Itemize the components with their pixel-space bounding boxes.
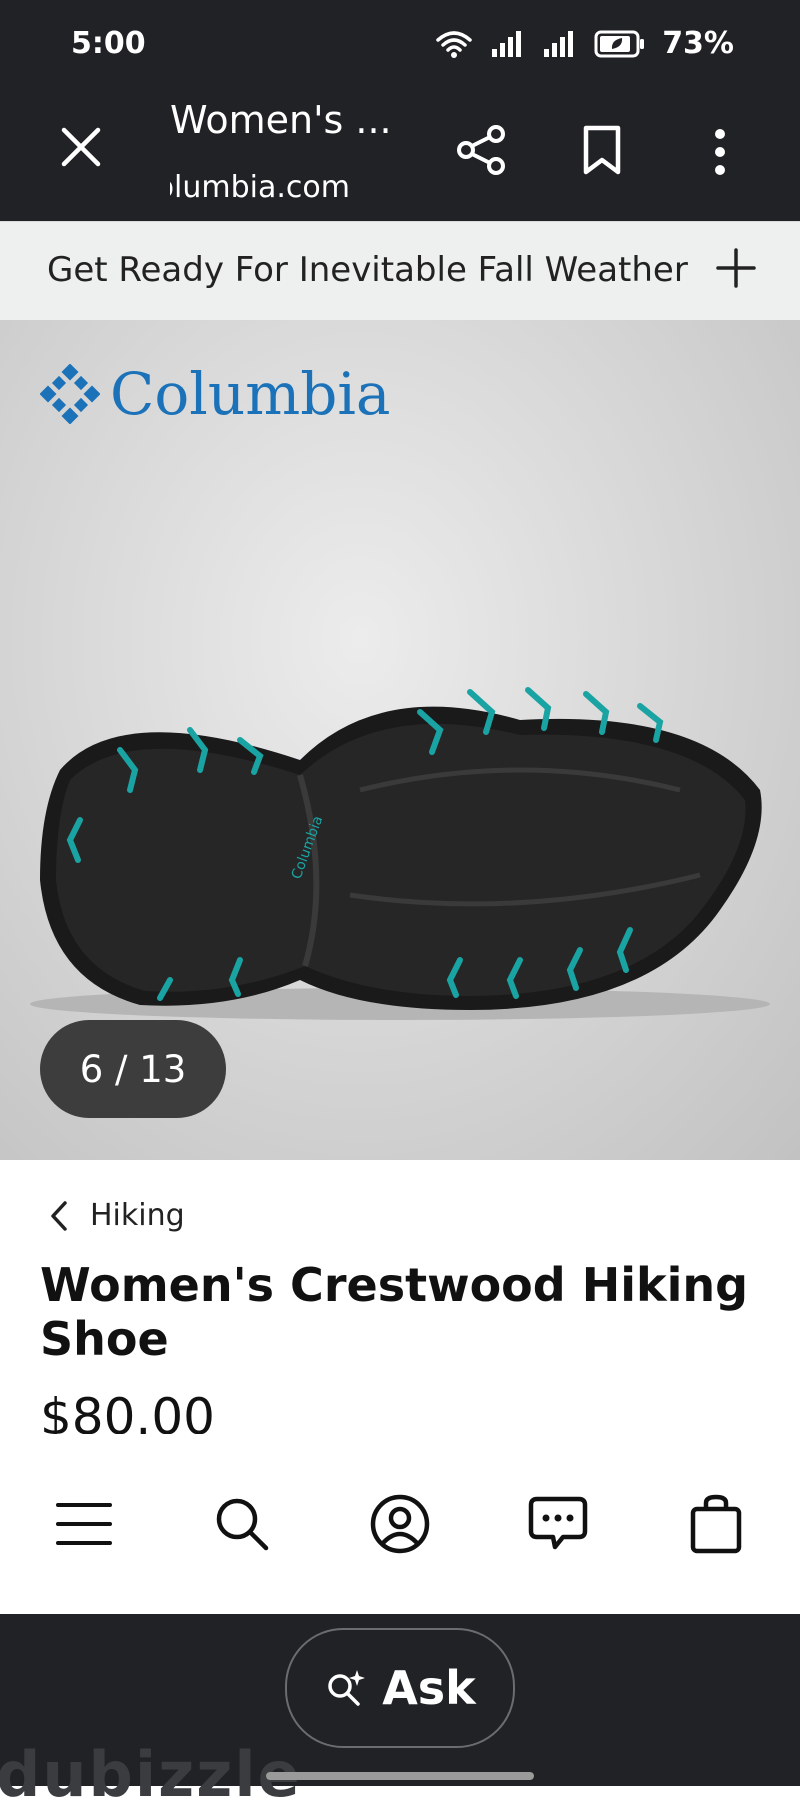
battery-icon [594,30,645,57]
status-icons: 73% [434,26,734,61]
product-image[interactable]: Columbia Columbia 6 / 13 [0,320,800,1160]
share-icon[interactable] [456,124,508,176]
chevron-left-icon [51,1200,67,1231]
bag-icon[interactable] [684,1492,748,1556]
price-container: $80.00 [40,1382,440,1434]
ask-label: Ask [382,1661,476,1715]
product-title: Women's Crestwood Hiking Shoe [40,1258,749,1366]
wifi-icon [436,30,472,58]
search-icon[interactable] [210,1492,274,1556]
battery-percent: 73% [662,26,734,61]
promo-text: Get Ready For Inevitable Fall Weather [47,250,688,290]
bookmark-icon[interactable] [580,124,624,176]
browser-header: 5:00 73% Women's ... c [0,0,800,221]
image-counter: 6 / 13 [40,1020,226,1118]
account-icon[interactable] [368,1492,432,1556]
brand-logo: Columbia [40,360,390,428]
site-bottom-nav [0,1440,800,1614]
close-icon[interactable] [58,124,104,170]
more-vert-icon[interactable] [704,126,736,178]
signal-icon [544,30,574,57]
brand-name: Columbia [110,360,391,428]
home-indicator[interactable] [266,1772,534,1780]
product-price: $80.00 [40,1388,215,1434]
status-time: 5:00 [71,26,146,61]
app-footer: dubizzle Ask [0,1614,800,1811]
ask-sparkle-search-icon [328,1670,366,1706]
watermark: dubizzle [0,1738,302,1811]
tab-url[interactable]: columbia.com [170,170,350,205]
columbia-diamond-icon [40,364,100,424]
chat-icon[interactable] [526,1492,590,1556]
signal-icon [492,30,522,57]
promo-banner[interactable]: Get Ready For Inevitable Fall Weather [0,221,800,321]
plus-icon[interactable] [714,246,758,290]
ask-button[interactable]: Ask [285,1628,515,1748]
tab-title: Women's ... [170,98,392,142]
breadcrumb-label: Hiking [90,1198,185,1233]
breadcrumb[interactable]: Hiking [50,1198,185,1233]
menu-icon[interactable] [52,1492,116,1556]
